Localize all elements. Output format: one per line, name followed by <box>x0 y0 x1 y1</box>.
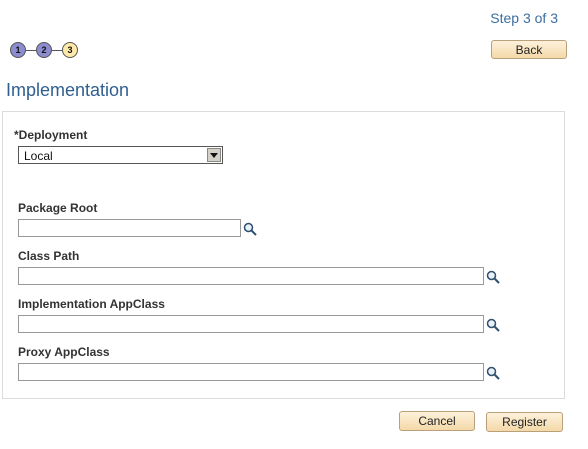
deployment-select[interactable]: Local <box>18 146 223 164</box>
step-2-dot[interactable]: 2 <box>36 42 52 58</box>
magnifier-icon[interactable] <box>486 366 500 380</box>
deployment-selected-value: Local <box>24 149 53 163</box>
step-3-dot: 3 <box>62 42 78 58</box>
deployment-label: *Deployment <box>14 128 88 142</box>
cancel-button[interactable]: Cancel <box>399 411 475 431</box>
register-button[interactable]: Register <box>486 412 563 432</box>
package-root-label: Package Root <box>18 201 98 215</box>
magnifier-icon[interactable] <box>486 318 500 332</box>
page-title: Implementation <box>6 80 130 100</box>
class-path-label: Class Path <box>18 249 80 263</box>
magnifier-icon[interactable] <box>486 270 500 284</box>
magnifier-icon[interactable] <box>243 222 257 236</box>
class-path-input[interactable] <box>18 267 484 285</box>
step-progress: 1 2 3 <box>10 42 78 58</box>
step-connector <box>26 49 36 51</box>
step-connector <box>52 49 62 51</box>
proxy-appclass-input[interactable] <box>18 363 484 381</box>
step-1-dot[interactable]: 1 <box>10 42 26 58</box>
implementation-appclass-input[interactable] <box>18 315 484 333</box>
package-root-input[interactable] <box>18 219 241 237</box>
chevron-down-icon[interactable] <box>207 148 221 162</box>
back-button[interactable]: Back <box>491 40 567 59</box>
step-indicator-label: Step 3 of 3 <box>490 10 558 26</box>
implementation-appclass-label: Implementation AppClass <box>18 297 165 311</box>
proxy-appclass-label: Proxy AppClass <box>18 345 110 359</box>
